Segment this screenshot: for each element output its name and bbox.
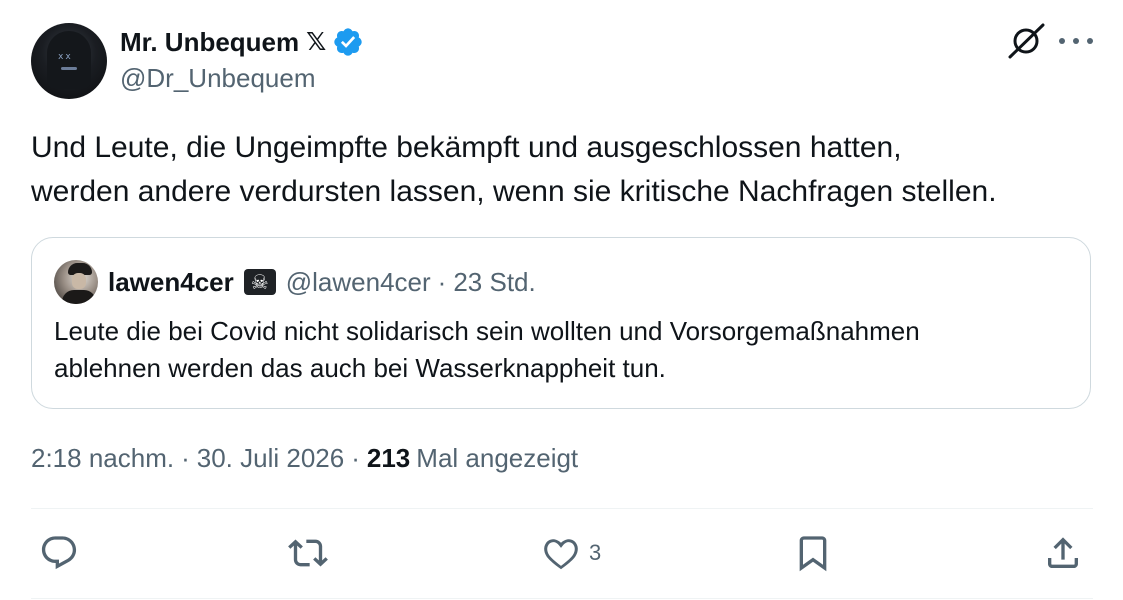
repost-button[interactable] <box>288 530 328 576</box>
grok-icon[interactable] <box>1005 20 1047 62</box>
quote-author-name[interactable]: lawen4cer <box>108 267 234 298</box>
divider <box>31 598 1093 599</box>
author-avatar[interactable]: xx <box>31 23 107 99</box>
reply-button[interactable] <box>39 530 79 576</box>
bookmark-button[interactable] <box>793 530 833 576</box>
author-display-name[interactable]: Mr. Unbequem <box>120 27 299 58</box>
avatar-eyes: xx <box>58 52 73 62</box>
quoted-tweet[interactable]: lawen4cer ☠ @lawen4cer · 23 Std. Leute d… <box>31 237 1091 409</box>
share-icon <box>1048 537 1078 568</box>
reply-icon <box>41 536 77 570</box>
quote-avatar-body <box>62 290 96 304</box>
bookmark-icon <box>799 536 827 572</box>
quote-separator: · <box>437 266 447 297</box>
verified-badge-icon[interactable] <box>332 26 364 58</box>
quote-text: Leute die bei Covid nicht solidarisch se… <box>54 316 920 383</box>
more-icon[interactable] <box>1059 32 1093 50</box>
repost-icon <box>288 539 328 567</box>
meta-separator: · <box>351 443 360 473</box>
like-icon <box>544 539 578 570</box>
quote-author-handle[interactable]: @lawen4cer <box>286 267 431 298</box>
views-count: 213 <box>366 443 411 473</box>
skull-crossbones-emoji-icon: ☠ <box>243 269 276 295</box>
tweet-text: Und Leute, die Ungeimpfte bekämpft und a… <box>31 131 997 208</box>
meta-separator: · <box>181 443 190 473</box>
quote-avatar[interactable] <box>54 260 98 304</box>
avatar-mouth <box>61 67 77 70</box>
author-handle[interactable]: @Dr_Unbequem <box>120 63 315 94</box>
x-badge: 𝕏 <box>306 28 327 56</box>
like-button[interactable]: 3 <box>541 530 601 576</box>
divider <box>31 508 1093 509</box>
more-dot <box>1059 38 1065 44</box>
more-dot <box>1073 38 1079 44</box>
like-count: 3 <box>589 540 602 565</box>
action-bar: 3 <box>0 530 1123 578</box>
quote-avatar-face <box>72 273 86 289</box>
share-button[interactable] <box>1043 530 1083 576</box>
views-label: Mal angezeigt <box>416 443 579 473</box>
quote-timestamp[interactable]: 23 Std. <box>453 267 535 298</box>
author-name-row: Mr. Unbequem 𝕏 <box>120 26 364 58</box>
tweet-meta: 2:18 nachm. · 30. Juli 2026 · 213 Mal an… <box>31 443 578 474</box>
quote-header: lawen4cer ☠ @lawen4cer · 23 Std. <box>108 266 536 298</box>
tweet-time[interactable]: 2:18 nachm. <box>31 443 174 474</box>
more-dot <box>1087 38 1093 44</box>
tweet-date[interactable]: 30. Juli 2026 <box>197 443 344 474</box>
